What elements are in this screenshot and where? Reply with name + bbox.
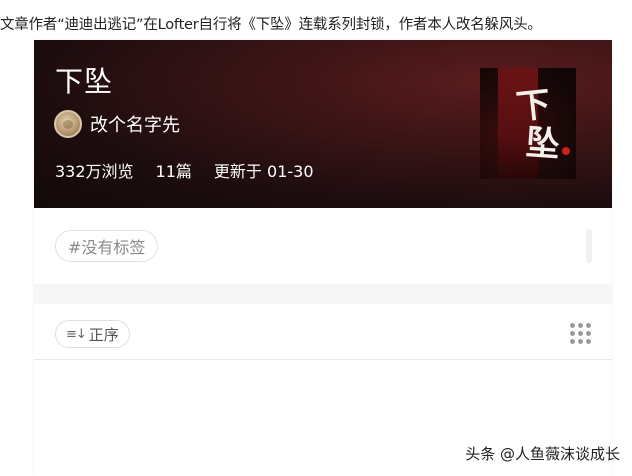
view-count: 332万浏览 [55,162,134,181]
collection-title: 下坠 [55,65,114,98]
author-row[interactable]: 改个名字先 [54,110,180,138]
avatar[interactable] [54,110,82,138]
cover-char: 坠 [524,122,562,166]
sort-icon: ≡↓ [66,326,87,342]
collection-stats: 332万浏览 11篇 更新于 01-30 [55,158,314,182]
watermark-text: 头条 @人鱼薇沫谈成长 [465,445,620,463]
sort-order-button[interactable]: ≡↓ 正序 [55,320,130,348]
collection-cover-image[interactable]: 下 坠 [480,68,576,179]
tag-panel: #没有标签 [34,208,612,284]
grid-dots-icon[interactable] [570,323,592,345]
cover-seal-dot [562,147,570,155]
list-toolbar: ≡↓ 正序 [34,304,612,360]
post-count: 11篇 [155,162,192,181]
article-caption: 文章作者“迪迪出逃记”在Lofter自行将《下坠》连载系列封锁，作者本人改名躲风… [0,17,542,33]
sort-label: 正序 [88,325,119,344]
collection-header: 下坠 改个名字先 332万浏览 11篇 更新于 01-30 下 坠 [34,40,612,208]
collection-card: 下坠 改个名字先 332万浏览 11篇 更新于 01-30 下 坠 #没有标签 … [34,40,612,476]
updated-date: 更新于 01-30 [213,162,314,181]
tag-chip[interactable]: #没有标签 [55,230,159,262]
author-name[interactable]: 改个名字先 [90,111,180,137]
tag-scroll-indicator [586,229,592,263]
